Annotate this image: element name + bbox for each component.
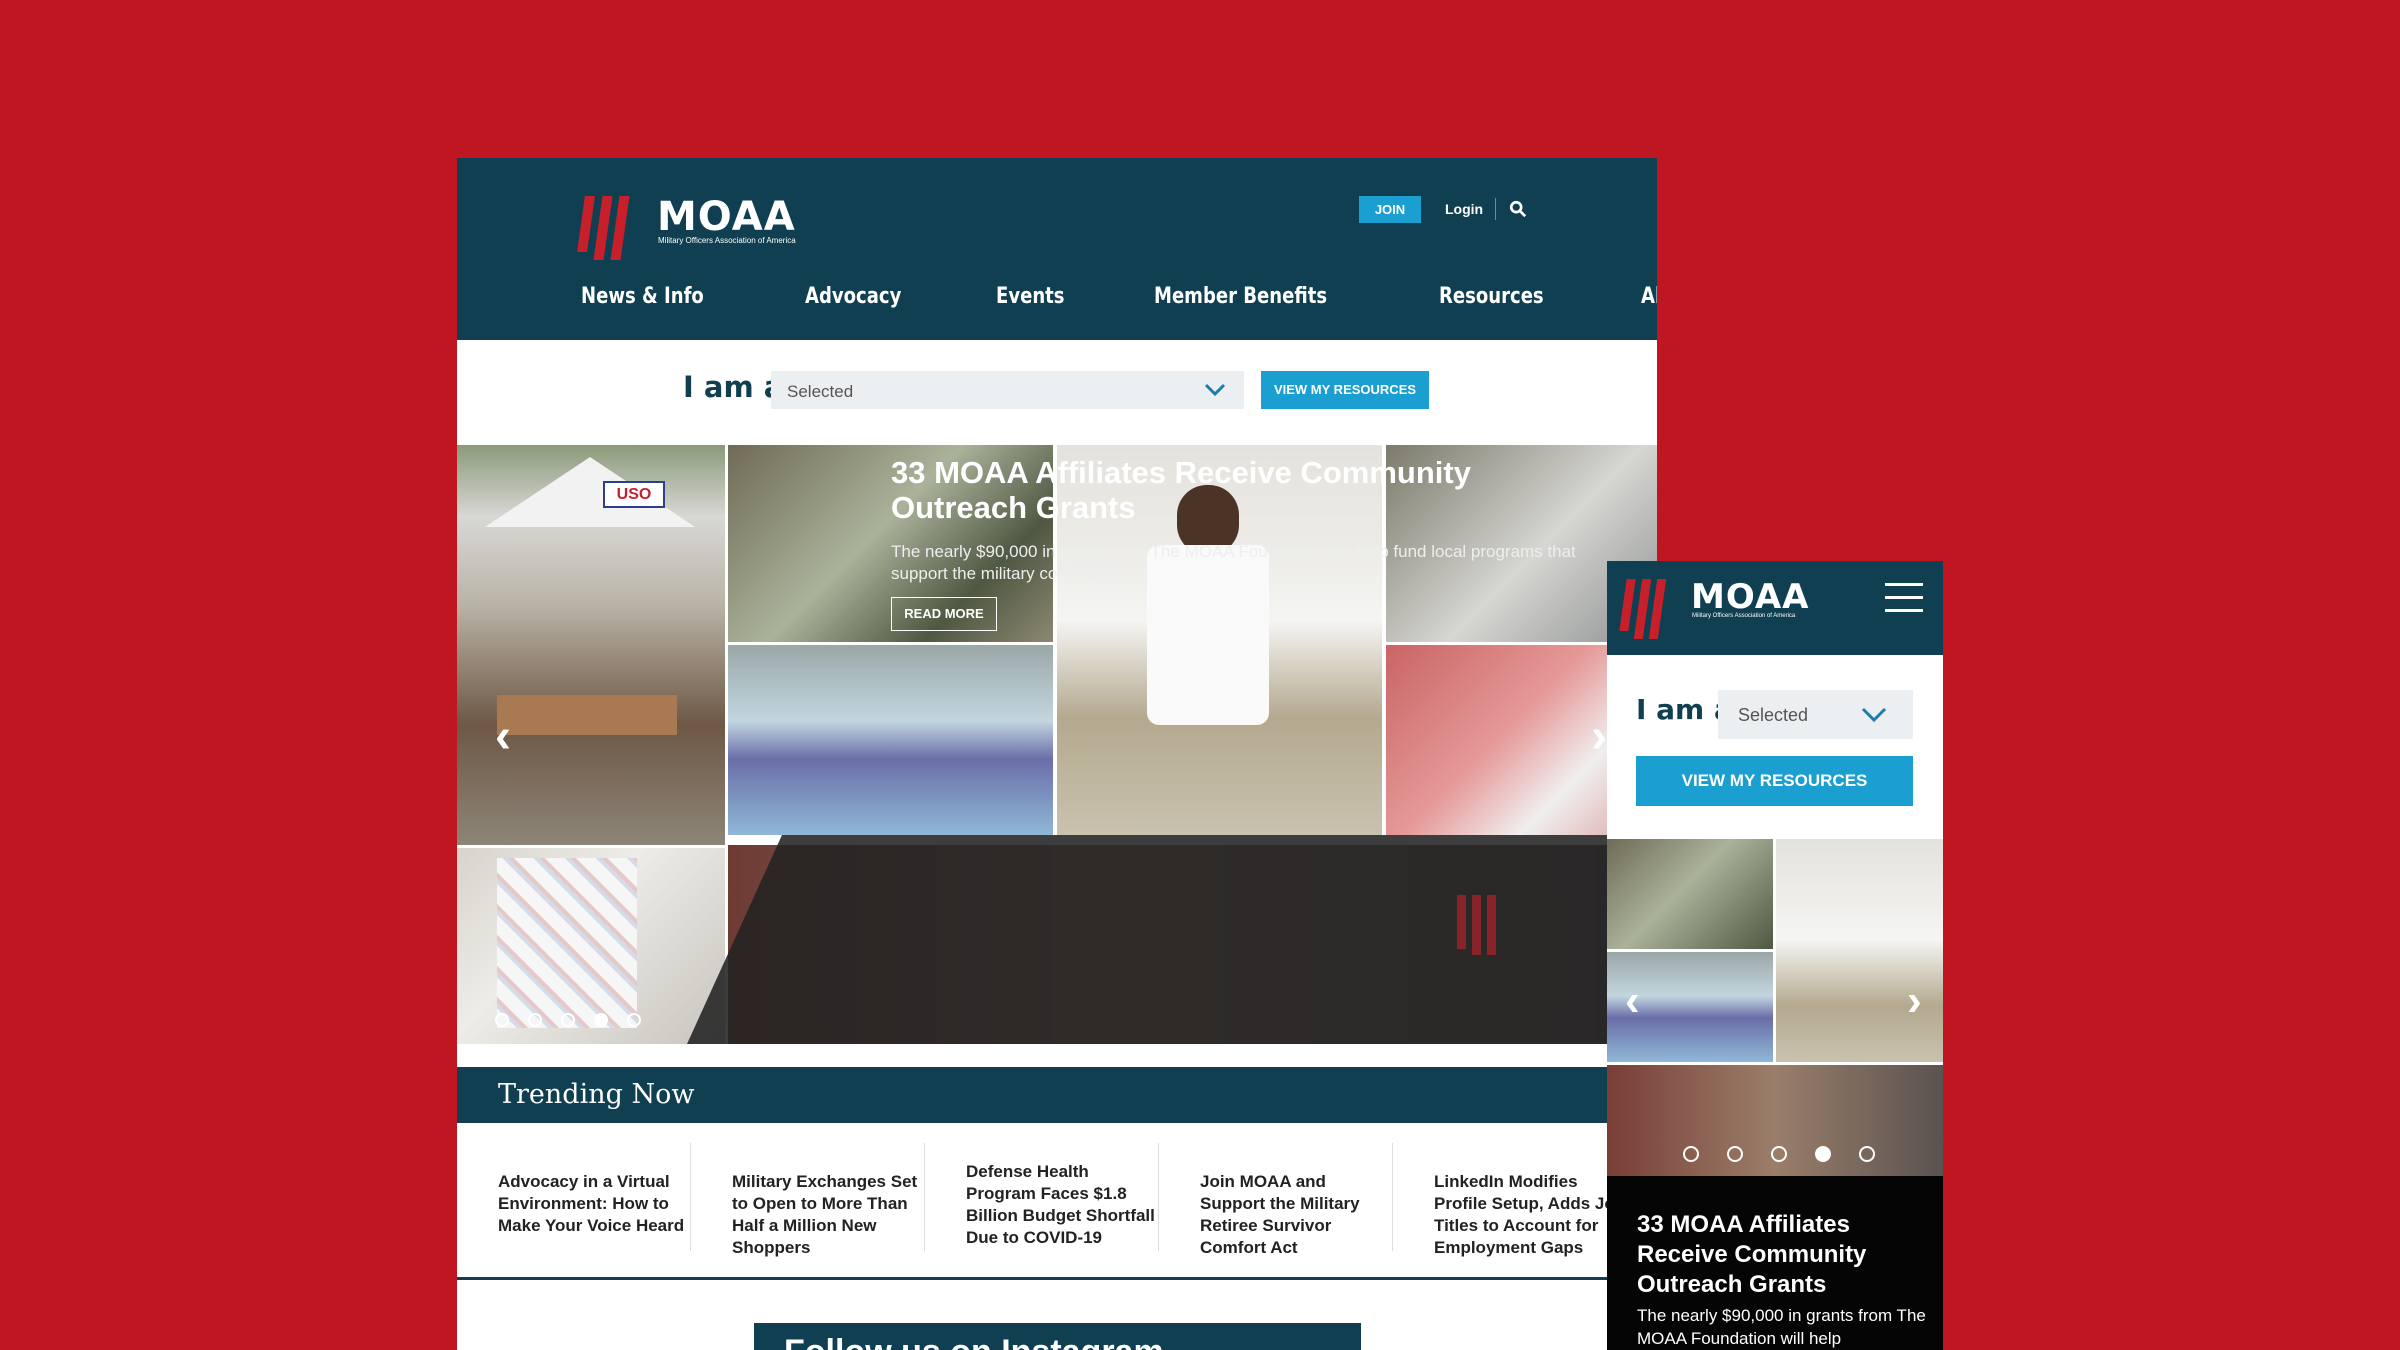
mobile-hero-carousel: ‹ ›: [1607, 839, 1943, 1176]
mobile-view-my-resources-button[interactable]: VIEW MY RESOURCES: [1636, 756, 1913, 806]
trending-item[interactable]: Military Exchanges Set to Open to More T…: [691, 1143, 925, 1257]
logo-tagline: Military Officers Association of America: [658, 236, 796, 245]
i-am-a-label: I am a: [683, 370, 784, 404]
caption-logo-watermark-icon: [1457, 895, 1496, 955]
utility-divider: [1495, 198, 1496, 220]
trending-list: Advocacy in a Virtual Environment: How t…: [457, 1143, 1657, 1257]
carousel-dot[interactable]: [1683, 1146, 1699, 1162]
audience-select-value: Selected: [787, 382, 854, 401]
join-button[interactable]: JOIN: [1359, 196, 1421, 223]
main-nav: News & Info Advocacy Events Member Benef…: [581, 284, 1657, 309]
carousel-dot[interactable]: [528, 1013, 542, 1027]
site-header: MOAA Military Officers Association of Am…: [457, 158, 1657, 340]
search-icon[interactable]: [1509, 200, 1527, 218]
instagram-banner-text: Follow us on Instagram: [784, 1333, 1164, 1350]
mobile-header: MOAA Military Officers Association of Am…: [1607, 561, 1943, 655]
instagram-banner[interactable]: Follow us on Instagram: [754, 1323, 1361, 1350]
hero-title: 33 MOAA Affiliates Receive Community Out…: [891, 455, 1471, 525]
carousel-dot[interactable]: [1727, 1146, 1743, 1162]
mobile-mockup: MOAA Military Officers Association of Am…: [1607, 561, 1943, 1350]
desktop-mockup: MOAA Military Officers Association of Am…: [457, 158, 1657, 1350]
carousel-dots: [495, 1013, 660, 1027]
hero-carousel: USO 33 MOAA Affiliates Receive Community…: [457, 445, 1657, 1044]
logo-wordmark: MOAA: [657, 194, 796, 240]
carousel-dot[interactable]: [561, 1013, 575, 1027]
trending-item[interactable]: Defense Health Program Faces $1.8 Billio…: [925, 1143, 1159, 1251]
chevron-left-icon[interactable]: ‹: [1625, 979, 1640, 1023]
nav-item-advocacy[interactable]: Advocacy: [805, 284, 901, 309]
chevron-down-icon: [1861, 707, 1887, 723]
logo-tagline: Military Officers Association of America: [1692, 613, 1796, 619]
audience-select[interactable]: Selected: [771, 371, 1244, 409]
nav-item-events[interactable]: Events: [996, 284, 1065, 309]
logo-bars-icon: [1619, 579, 1668, 639]
carousel-dot-active[interactable]: [1815, 1146, 1831, 1162]
carousel-dot[interactable]: [1859, 1146, 1875, 1162]
trending-header: Trending Now: [457, 1067, 1657, 1123]
chevron-right-icon[interactable]: ›: [1591, 713, 1607, 761]
nav-item-member-benefits[interactable]: Member Benefits: [1154, 284, 1327, 309]
trending-item[interactable]: LinkedIn Modifies Profile Setup, Adds Jo…: [1393, 1143, 1627, 1257]
mobile-hero-title: 33 MOAA Affiliates Receive Community Out…: [1637, 1211, 1867, 1298]
mobile-audience-select[interactable]: Selected: [1718, 690, 1913, 739]
mobile-carousel-dots: [1683, 1146, 1894, 1162]
carousel-dot[interactable]: [627, 1013, 641, 1027]
trending-item[interactable]: Advocacy in a Virtual Environment: How t…: [457, 1143, 691, 1251]
mobile-hero-caption: 33 MOAA Affiliates Receive Community Out…: [1607, 1176, 1943, 1350]
photo-masked-volunteers: [728, 645, 1053, 835]
nav-item-resources[interactable]: Resources: [1439, 284, 1544, 309]
read-more-button[interactable]: READ MORE: [891, 597, 997, 631]
photo-uso-tent: USO: [457, 445, 725, 845]
carousel-dot[interactable]: [1771, 1146, 1787, 1162]
nav-item-about-moaa[interactable]: About MOAA: [1641, 284, 1657, 309]
hero-caption-panel: [687, 835, 1657, 1044]
mobile-hero-description: The nearly $90,000 in grants from The MO…: [1637, 1306, 1926, 1348]
logo-bars-icon: [577, 196, 632, 260]
photo-volunteers-group: [1607, 839, 1773, 949]
login-link[interactable]: Login: [1445, 196, 1483, 223]
photo-supply-cart: [1776, 839, 1943, 1062]
carousel-dot-active[interactable]: [594, 1013, 608, 1027]
hero-description: The nearly $90,000 in grants from The MO…: [891, 542, 1576, 583]
logo-wordmark: MOAA: [1691, 577, 1810, 617]
view-my-resources-button[interactable]: VIEW MY RESOURCES: [1261, 371, 1429, 409]
chevron-left-icon[interactable]: ‹: [495, 713, 511, 761]
trending-title: Trending Now: [498, 1079, 695, 1110]
chevron-down-icon: [1204, 383, 1226, 397]
chevron-right-icon[interactable]: ›: [1907, 979, 1922, 1023]
trending-item[interactable]: Join MOAA and Support the Military Retir…: [1159, 1143, 1393, 1257]
audience-select-value: Selected: [1738, 705, 1809, 725]
carousel-dot[interactable]: [495, 1013, 509, 1027]
divider: [457, 1277, 1657, 1280]
nav-item-news-info[interactable]: News & Info: [581, 284, 704, 309]
uso-sign: USO: [603, 481, 665, 508]
